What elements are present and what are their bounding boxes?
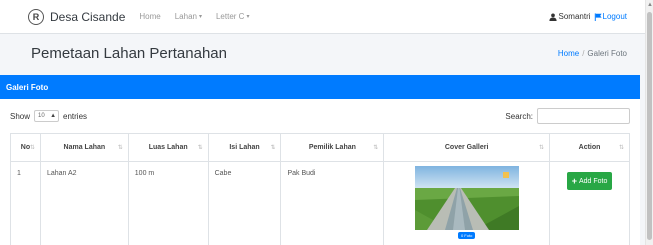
cell-isi-lahan: Cabe [207,161,282,245]
add-foto-label: Add Foto [578,177,608,185]
search-control: Search: [505,108,630,124]
flag-icon [594,12,602,21]
nav-home[interactable]: Home [139,12,160,21]
sort-icon: ⇅ [117,145,123,151]
length-control: Show 10 ▲︎ entries [10,110,87,122]
cover-photo-image [414,166,519,230]
user-icon [548,13,557,21]
sort-icon: ⇅ [618,145,624,151]
sort-icon: ⇅ [197,145,203,151]
brand-name: Desa Cisande [50,9,126,24]
nav-lahan-dropdown[interactable]: Lahan ▾ [175,12,202,21]
table-header-row: No ⇅ Nama Lahan ⇅ Luas Lahan ⇅ Isi Lahan… [10,133,630,162]
table-controls: Show 10 ▲︎ entries Search: [0,106,640,126]
entries-label: entries [63,111,88,121]
search-input[interactable] [537,108,630,124]
cell-no: 1 [10,161,41,245]
photo-count-badge: 0 Foto [457,232,476,239]
add-foto-button[interactable]: + Add Foto [566,172,613,190]
brand-logo: R [28,8,44,25]
sort-icon: ⇅ [373,145,379,151]
entries-select[interactable]: 10 ▲︎ [34,110,60,122]
logout-link[interactable]: Logout [603,12,627,21]
breadcrumb: Home / Galeri Foto [558,49,627,58]
gallery-table: No ⇅ Nama Lahan ⇅ Luas Lahan ⇅ Isi Lahan… [10,133,630,245]
plus-icon: + [571,176,577,186]
breadcrumb-home[interactable]: Home [558,49,579,58]
table-row: 1 Lahan A2 100 m Cabe Pak Budi 0 Foto + … [10,161,630,245]
cell-pemilik-lahan: Pak Budi [280,161,385,245]
brand-link[interactable]: R Desa Cisande [28,8,126,25]
column-header-pemilik-lahan[interactable]: Pemilik Lahan ⇅ [280,133,385,162]
cell-action: + Add Foto [549,161,630,245]
column-header-luas-lahan[interactable]: Luas Lahan ⇅ [127,133,209,162]
chevron-down-icon: ▾ [198,14,202,20]
user-menu: Somantri Logout [548,12,627,21]
card-header: Galeri Foto [0,75,640,99]
nav-lahan-label: Lahan [174,12,197,21]
top-navbar: R Desa Cisande Home Lahan ▾ Letter C ▾ S… [0,0,645,34]
search-label: Search: [505,111,533,121]
scrollbar-thumb[interactable] [647,12,652,240]
select-arrows-icon: ▲︎ [50,113,57,119]
sort-asc-icon: ⇅ [29,145,35,151]
scroll-up-icon[interactable]: ▲ [647,2,653,8]
nav-letter-c-label: Letter C [215,12,245,21]
column-header-action[interactable]: Action ⇅ [549,133,630,162]
entries-value: 10 [38,113,45,119]
cell-cover-galleri: 0 Foto [383,161,551,245]
column-header-isi-lahan[interactable]: Isi Lahan ⇅ [207,133,282,162]
nav-letter-c-dropdown[interactable]: Letter C ▾ [216,12,249,21]
user-name[interactable]: Somantri [559,12,591,21]
nav-home-label: Home [139,12,161,21]
column-header-nama-lahan[interactable]: Nama Lahan ⇅ [39,133,129,162]
card-title: Galeri Foto [6,82,49,92]
page-title: Pemetaan Lahan Pertanahan [31,44,227,62]
cell-luas-lahan: 100 m [127,161,209,245]
breadcrumb-separator: / [582,48,585,58]
column-header-no[interactable]: No ⇅ [10,133,41,162]
page-scrollbar[interactable]: ▲ [645,0,653,245]
chevron-down-icon: ▾ [246,14,250,20]
show-label: Show [10,111,31,121]
cover-photo[interactable] [414,166,519,230]
sort-icon: ⇅ [270,145,276,151]
gallery-card: Galeri Foto Show 10 ▲︎ entries Search: N… [0,75,640,245]
content-header: Pemetaan Lahan Pertanahan Home / Galeri … [0,35,645,71]
cell-nama-lahan: Lahan A2 [39,161,129,245]
breadcrumb-active: Galeri Foto [587,48,627,58]
sort-icon: ⇅ [539,145,545,151]
column-header-cover-galleri[interactable]: Cover Galleri ⇅ [383,133,551,162]
